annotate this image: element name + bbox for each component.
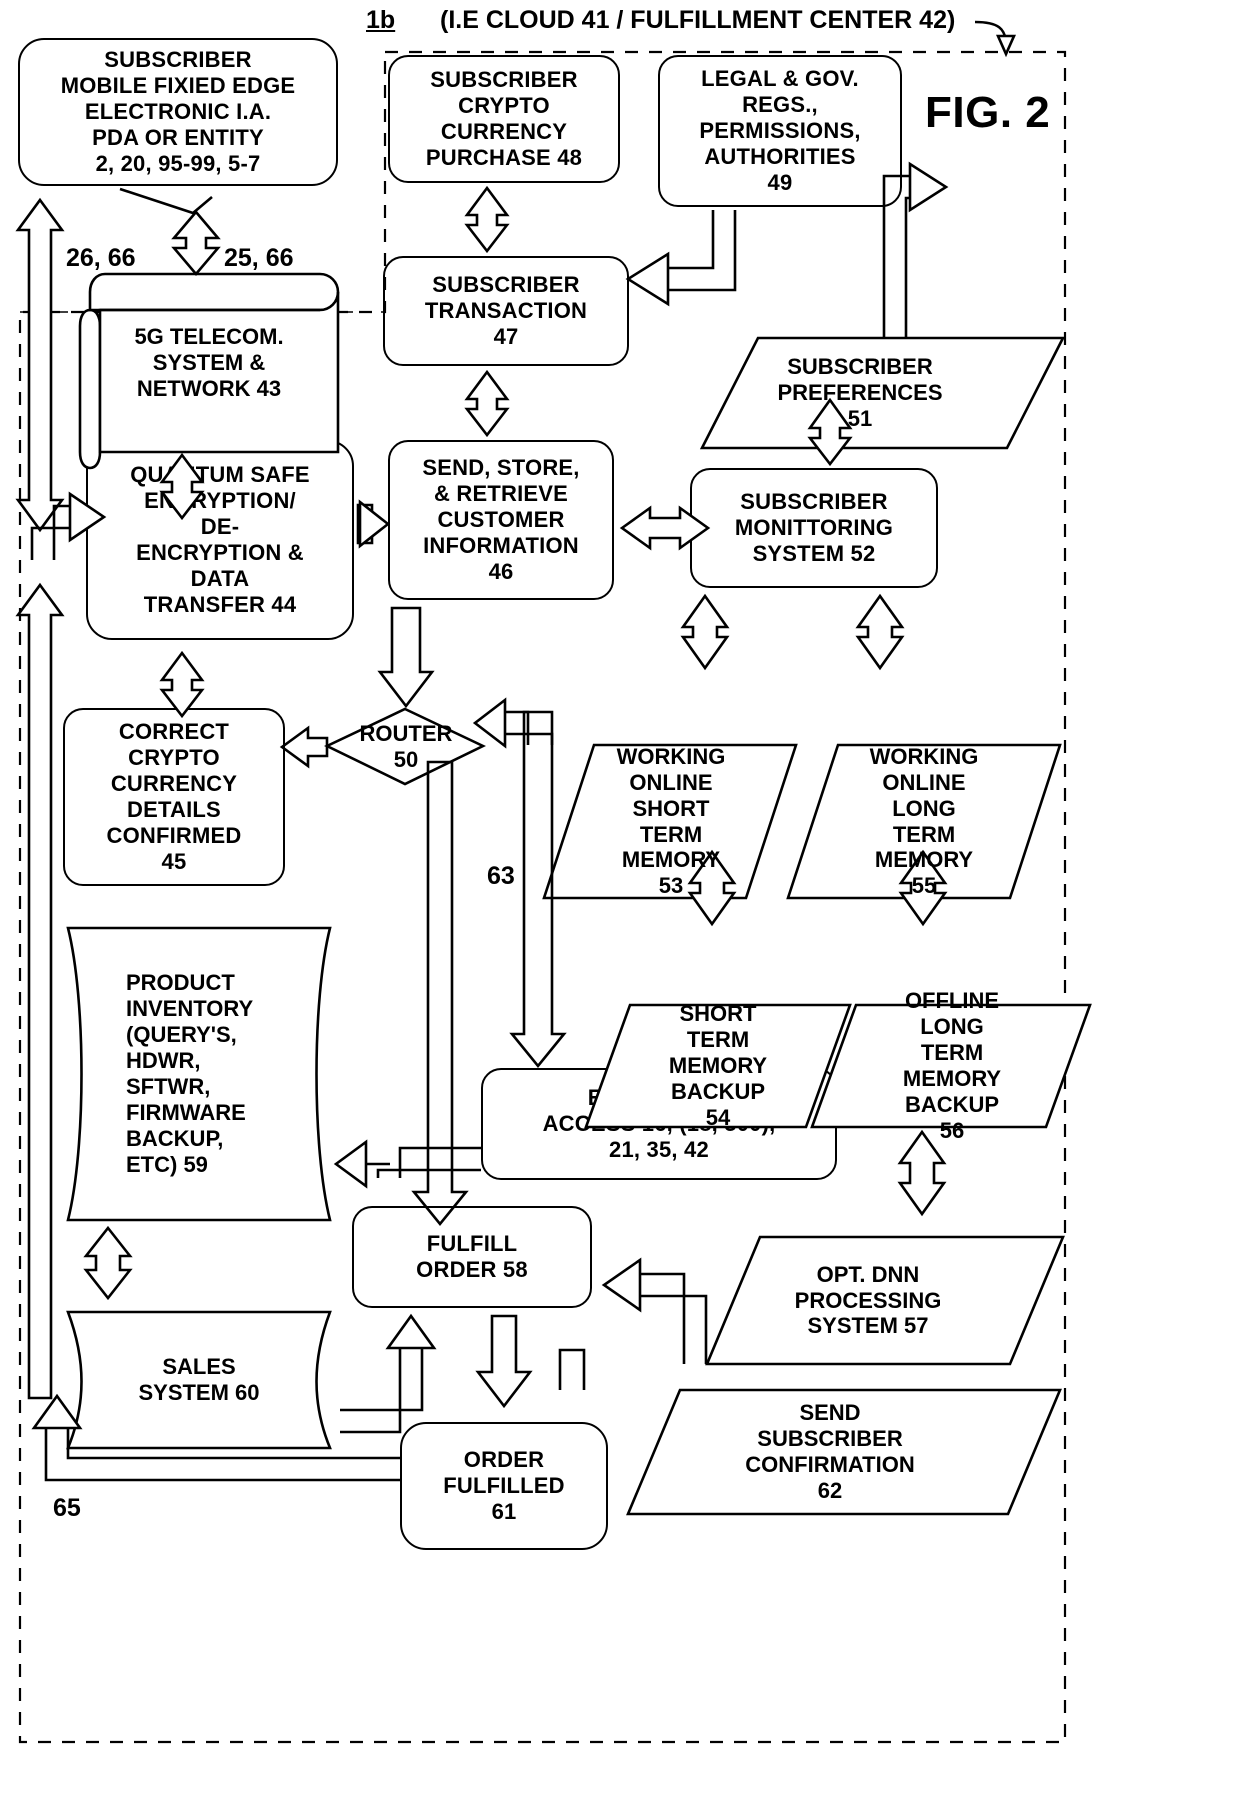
arrow-device-telecom	[171, 209, 221, 277]
arrow-router-fulfillorder-63	[411, 760, 469, 1227]
node-telecom-shape	[78, 272, 340, 470]
arrow-fulfillorder-orderfulfilled	[475, 1314, 533, 1409]
arrow-cryptopurchase-transaction	[464, 185, 510, 254]
arrow-telecom-quantum	[159, 452, 205, 521]
arrow-monitoring-workinglong	[855, 593, 905, 671]
arrow-legalgov-transaction	[625, 210, 737, 307]
arrow-optdnn-fulfillorder	[601, 1257, 708, 1364]
arrow-sendconfirmation-stub	[558, 1348, 586, 1390]
node-opt-dnn-shape	[705, 1235, 1065, 1366]
arrow-left-long-26-66	[15, 197, 65, 533]
node-router-shape	[323, 707, 487, 786]
node-working-short-memory-shape	[542, 743, 798, 900]
node-send-confirmation-shape	[626, 1388, 1062, 1516]
arrow-left-feedback-up	[15, 582, 65, 1400]
arrow-productinventory-salessystem	[83, 1225, 133, 1301]
connector-layer: .s{fill:none;stroke:#000;stroke-width:2.…	[15, 20, 1092, 1744]
patent-figure-canvas: 1b (I.E CLOUD 41 / FULFILLMENT CENTER 42…	[0, 0, 1240, 1810]
arrow-transaction-sendstore	[464, 369, 510, 438]
arrow-workingshort-router	[472, 697, 554, 749]
arrow-monitoring-workingshort	[680, 593, 730, 671]
arrow-quantum-correctcrypto	[159, 650, 205, 719]
node-short-term-backup-shape	[584, 1003, 852, 1129]
arrow-quantum-sendstore	[356, 499, 391, 549]
arrow-sendstore-router	[377, 606, 435, 709]
node-subscriber-preferences-shape	[699, 336, 1066, 450]
arrow-enterprise-productinventory	[333, 1139, 481, 1189]
node-product-inventory-shape	[66, 926, 332, 1222]
arrow-sendstore-monitoring	[619, 505, 711, 551]
device-leader-line	[119, 187, 213, 215]
arrow-offlinebackup-optdnn	[897, 1129, 947, 1217]
arrow-salessystem-fulfillorder	[340, 1313, 437, 1434]
node-offline-long-backup-shape	[810, 1003, 1092, 1129]
arrow-router-correctcrypto	[279, 725, 329, 769]
arrow-preferences-transaction	[882, 161, 949, 338]
node-sales-system-shape	[66, 1310, 332, 1450]
